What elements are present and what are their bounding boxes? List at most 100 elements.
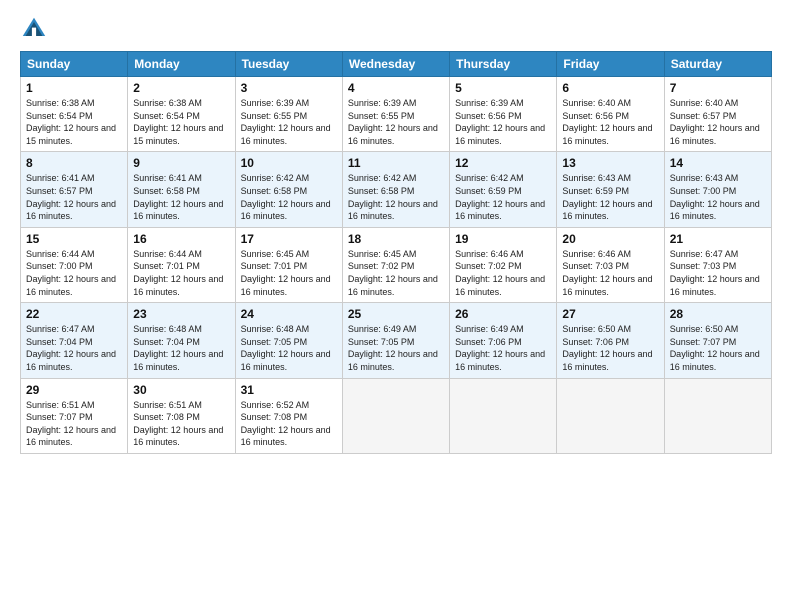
calendar-cell: 25 Sunrise: 6:49 AMSunset: 7:05 PMDayligh… <box>342 303 449 378</box>
day-info: Sunrise: 6:41 AMSunset: 6:58 PMDaylight:… <box>133 172 229 222</box>
weekday-header: Sunday <box>21 52 128 77</box>
calendar-cell: 3 Sunrise: 6:39 AMSunset: 6:55 PMDaylight… <box>235 77 342 152</box>
calendar-cell: 29Sunrise: 6:51 AMSunset: 7:07 PMDayligh… <box>21 378 128 453</box>
calendar-cell <box>450 378 557 453</box>
day-info: Sunrise: 6:49 AMSunset: 7:05 PMDaylight:… <box>348 323 444 373</box>
calendar-cell <box>342 378 449 453</box>
calendar-cell: 1Sunrise: 6:38 AMSunset: 6:54 PMDaylight… <box>21 77 128 152</box>
day-number: 5 <box>455 81 551 95</box>
day-number: 24 <box>241 307 337 321</box>
weekday-header: Monday <box>128 52 235 77</box>
weekday-header: Saturday <box>664 52 771 77</box>
calendar-cell: 6 Sunrise: 6:40 AMSunset: 6:56 PMDaylight… <box>557 77 664 152</box>
calendar-cell: 10 Sunrise: 6:42 AMSunset: 6:58 PMDayligh… <box>235 152 342 227</box>
calendar-cell: 28 Sunrise: 6:50 AMSunset: 7:07 PMDayligh… <box>664 303 771 378</box>
day-number: 3 <box>241 81 337 95</box>
day-number: 19 <box>455 232 551 246</box>
day-number: 28 <box>670 307 766 321</box>
day-info: Sunrise: 6:40 AMSunset: 6:57 PMDaylight:… <box>670 97 766 147</box>
calendar-cell: 9 Sunrise: 6:41 AMSunset: 6:58 PMDaylight… <box>128 152 235 227</box>
day-info: Sunrise: 6:44 AMSunset: 7:01 PMDaylight:… <box>133 248 229 298</box>
day-number: 8 <box>26 156 122 170</box>
logo <box>20 15 52 43</box>
day-info: Sunrise: 6:45 AMSunset: 7:01 PMDaylight:… <box>241 248 337 298</box>
calendar-cell: 18 Sunrise: 6:45 AMSunset: 7:02 PMDayligh… <box>342 227 449 302</box>
day-info: Sunrise: 6:43 AMSunset: 7:00 PMDaylight:… <box>670 172 766 222</box>
weekday-header: Friday <box>557 52 664 77</box>
day-number: 31 <box>241 383 337 397</box>
calendar-cell: 17 Sunrise: 6:45 AMSunset: 7:01 PMDayligh… <box>235 227 342 302</box>
day-number: 27 <box>562 307 658 321</box>
weekday-header: Thursday <box>450 52 557 77</box>
day-number: 11 <box>348 156 444 170</box>
calendar-cell: 14 Sunrise: 6:43 AMSunset: 7:00 PMDayligh… <box>664 152 771 227</box>
calendar-cell: 16 Sunrise: 6:44 AMSunset: 7:01 PMDayligh… <box>128 227 235 302</box>
day-info: Sunrise: 6:52 AMSunset: 7:08 PMDaylight:… <box>241 399 337 449</box>
day-info: Sunrise: 6:39 AMSunset: 6:55 PMDaylight:… <box>241 97 337 147</box>
day-info: Sunrise: 6:46 AMSunset: 7:03 PMDaylight:… <box>562 248 658 298</box>
day-info: Sunrise: 6:42 AMSunset: 6:59 PMDaylight:… <box>455 172 551 222</box>
day-number: 22 <box>26 307 122 321</box>
day-number: 7 <box>670 81 766 95</box>
day-info: Sunrise: 6:45 AMSunset: 7:02 PMDaylight:… <box>348 248 444 298</box>
day-info: Sunrise: 6:43 AMSunset: 6:59 PMDaylight:… <box>562 172 658 222</box>
calendar-cell: 21Sunrise: 6:47 AMSunset: 7:03 PMDayligh… <box>664 227 771 302</box>
logo-icon <box>20 15 48 43</box>
page: SundayMondayTuesdayWednesdayThursdayFrid… <box>0 0 792 612</box>
day-number: 16 <box>133 232 229 246</box>
day-info: Sunrise: 6:47 AMSunset: 7:03 PMDaylight:… <box>670 248 766 298</box>
calendar-cell: 26Sunrise: 6:49 AMSunset: 7:06 PMDayligh… <box>450 303 557 378</box>
calendar-cell: 24 Sunrise: 6:48 AMSunset: 7:05 PMDayligh… <box>235 303 342 378</box>
day-number: 4 <box>348 81 444 95</box>
day-info: Sunrise: 6:39 AMSunset: 6:55 PMDaylight:… <box>348 97 444 147</box>
day-number: 25 <box>348 307 444 321</box>
calendar-week-row: 22Sunrise: 6:47 AMSunset: 7:04 PMDayligh… <box>21 303 772 378</box>
day-number: 30 <box>133 383 229 397</box>
calendar-week-row: 29Sunrise: 6:51 AMSunset: 7:07 PMDayligh… <box>21 378 772 453</box>
day-number: 1 <box>26 81 122 95</box>
day-info: Sunrise: 6:38 AMSunset: 6:54 PMDaylight:… <box>133 97 229 147</box>
day-info: Sunrise: 6:48 AMSunset: 7:05 PMDaylight:… <box>241 323 337 373</box>
calendar-week-row: 15 Sunrise: 6:44 AMSunset: 7:00 PMDayligh… <box>21 227 772 302</box>
day-info: Sunrise: 6:41 AMSunset: 6:57 PMDaylight:… <box>26 172 122 222</box>
day-number: 23 <box>133 307 229 321</box>
day-info: Sunrise: 6:39 AMSunset: 6:56 PMDaylight:… <box>455 97 551 147</box>
calendar-week-row: 8 Sunrise: 6:41 AMSunset: 6:57 PMDaylight… <box>21 152 772 227</box>
calendar-cell: 31 Sunrise: 6:52 AMSunset: 7:08 PMDayligh… <box>235 378 342 453</box>
calendar-cell: 8 Sunrise: 6:41 AMSunset: 6:57 PMDaylight… <box>21 152 128 227</box>
day-number: 9 <box>133 156 229 170</box>
calendar-cell: 4 Sunrise: 6:39 AMSunset: 6:55 PMDaylight… <box>342 77 449 152</box>
day-number: 14 <box>670 156 766 170</box>
day-number: 6 <box>562 81 658 95</box>
calendar-cell: 27Sunrise: 6:50 AMSunset: 7:06 PMDayligh… <box>557 303 664 378</box>
day-info: Sunrise: 6:42 AMSunset: 6:58 PMDaylight:… <box>348 172 444 222</box>
day-info: Sunrise: 6:46 AMSunset: 7:02 PMDaylight:… <box>455 248 551 298</box>
calendar-cell: 11 Sunrise: 6:42 AMSunset: 6:58 PMDayligh… <box>342 152 449 227</box>
calendar-cell: 15 Sunrise: 6:44 AMSunset: 7:00 PMDayligh… <box>21 227 128 302</box>
day-number: 17 <box>241 232 337 246</box>
weekday-header: Tuesday <box>235 52 342 77</box>
calendar-cell: 20Sunrise: 6:46 AMSunset: 7:03 PMDayligh… <box>557 227 664 302</box>
day-number: 18 <box>348 232 444 246</box>
calendar-week-row: 1 Sunrise: 6:38 AMSunset: 6:54 PMDaylight… <box>21 77 772 152</box>
day-info: Sunrise: 6:40 AMSunset: 6:56 PMDaylight:… <box>562 97 658 147</box>
day-info: Sunrise: 6:44 AMSunset: 7:00 PMDaylight:… <box>26 248 122 298</box>
calendar-cell: 23 Sunrise: 6:48 AMSunset: 7:04 PMDayligh… <box>128 303 235 378</box>
calendar-cell <box>557 378 664 453</box>
calendar-cell: 2 Sunrise: 6:38 AMSunset: 6:54 PMDaylight… <box>128 77 235 152</box>
day-number: 10 <box>241 156 337 170</box>
day-info: Sunrise: 6:51 AMSunset: 7:08 PMDaylight:… <box>133 399 229 449</box>
header <box>20 15 772 43</box>
day-info: Sunrise: 6:48 AMSunset: 7:04 PMDaylight:… <box>133 323 229 373</box>
calendar-cell: 7 Sunrise: 6:40 AMSunset: 6:57 PMDaylight… <box>664 77 771 152</box>
day-number: 13 <box>562 156 658 170</box>
day-number: 15 <box>26 232 122 246</box>
day-info: Sunrise: 6:42 AMSunset: 6:58 PMDaylight:… <box>241 172 337 222</box>
day-number: 2 <box>133 81 229 95</box>
calendar: SundayMondayTuesdayWednesdayThursdayFrid… <box>20 51 772 454</box>
calendar-cell: 13 Sunrise: 6:43 AMSunset: 6:59 PMDayligh… <box>557 152 664 227</box>
day-info: Sunrise: 6:51 AMSunset: 7:07 PMDaylight:… <box>26 399 122 449</box>
day-number: 12 <box>455 156 551 170</box>
day-info: Sunrise: 6:50 AMSunset: 7:07 PMDaylight:… <box>670 323 766 373</box>
calendar-cell: 5 Sunrise: 6:39 AMSunset: 6:56 PMDaylight… <box>450 77 557 152</box>
